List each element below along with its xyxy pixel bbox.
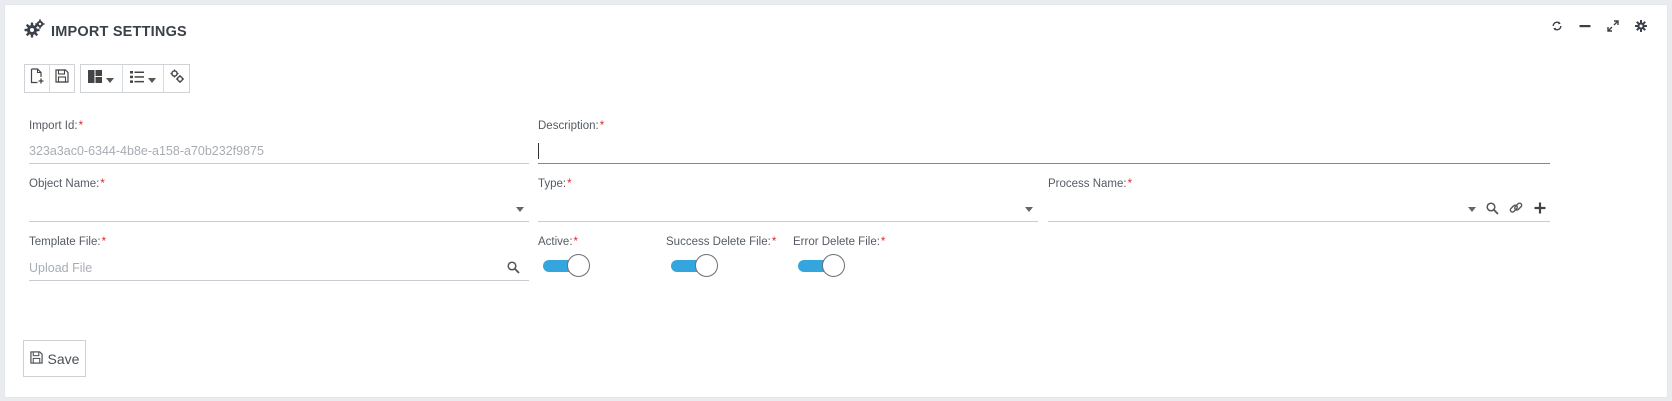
new-file-icon bbox=[30, 68, 44, 89]
toggle-knob bbox=[567, 254, 590, 277]
list-dropdown-button[interactable] bbox=[122, 65, 165, 92]
toggle-knob bbox=[822, 254, 845, 277]
file-toolbar-group bbox=[24, 64, 75, 93]
panel-tools bbox=[1550, 19, 1648, 33]
view-toolbar-group bbox=[80, 64, 190, 93]
dropdown-arrow-icon bbox=[516, 207, 524, 212]
type-label: Type:* bbox=[538, 178, 572, 190]
layout-icon bbox=[88, 69, 103, 88]
layout-dropdown-button[interactable] bbox=[81, 65, 123, 92]
template-file-label: Template File:* bbox=[29, 236, 107, 248]
save-button-label: Save bbox=[47, 350, 80, 367]
active-toggle[interactable] bbox=[541, 254, 591, 278]
search-icon[interactable] bbox=[1484, 200, 1500, 216]
settings-button[interactable] bbox=[164, 65, 189, 92]
gear-icon[interactable] bbox=[1634, 19, 1648, 33]
expand-icon[interactable] bbox=[1606, 19, 1620, 33]
link-icon[interactable] bbox=[1508, 200, 1524, 216]
settings-cogs-icon bbox=[170, 69, 184, 88]
success-delete-file-toggle[interactable] bbox=[669, 254, 719, 278]
description-label: Description:* bbox=[538, 120, 605, 132]
save-toolbar-button[interactable] bbox=[49, 65, 74, 92]
process-name-select[interactable] bbox=[1048, 196, 1550, 222]
active-label: Active:* bbox=[538, 236, 578, 248]
import-settings-panel: IMPORT SETTINGS Import Id:* 323a3ac0-634… bbox=[4, 4, 1668, 398]
dropdown-arrow-icon[interactable] bbox=[1468, 207, 1476, 212]
toggle-knob bbox=[695, 254, 718, 277]
refresh-icon[interactable] bbox=[1550, 19, 1564, 33]
process-name-label: Process Name:* bbox=[1048, 178, 1133, 190]
dropdown-arrow-icon bbox=[1025, 207, 1033, 212]
import-id-label: Import Id:* bbox=[29, 120, 84, 132]
panel-title: IMPORT SETTINGS bbox=[51, 24, 187, 40]
success-delete-file-label: Success Delete File:* bbox=[666, 236, 777, 248]
chevron-down-icon bbox=[106, 70, 115, 88]
description-input[interactable] bbox=[538, 138, 1550, 164]
object-name-select[interactable] bbox=[29, 196, 529, 222]
upload-file-placeholder: Upload File bbox=[29, 261, 93, 275]
list-icon bbox=[129, 70, 144, 88]
chevron-down-icon bbox=[147, 70, 156, 88]
object-name-label: Object Name:* bbox=[29, 178, 105, 190]
error-delete-file-label: Error Delete File:* bbox=[793, 236, 886, 248]
new-file-button[interactable] bbox=[25, 65, 50, 92]
add-icon[interactable] bbox=[1532, 200, 1548, 216]
cogs-icon bbox=[24, 19, 46, 39]
save-icon bbox=[29, 350, 43, 367]
save-icon bbox=[55, 69, 69, 88]
type-select[interactable] bbox=[538, 196, 1038, 222]
search-icon[interactable] bbox=[505, 259, 521, 275]
import-id-field[interactable]: 323a3ac0-6344-4b8e-a158-a70b232f9875 bbox=[29, 138, 529, 164]
error-delete-file-toggle[interactable] bbox=[796, 254, 846, 278]
template-file-upload[interactable]: Upload File bbox=[29, 255, 529, 281]
import-id-value: 323a3ac0-6344-4b8e-a158-a70b232f9875 bbox=[29, 144, 264, 158]
save-button[interactable]: Save bbox=[23, 340, 86, 377]
text-caret bbox=[538, 143, 539, 159]
minimize-icon[interactable] bbox=[1578, 19, 1592, 33]
